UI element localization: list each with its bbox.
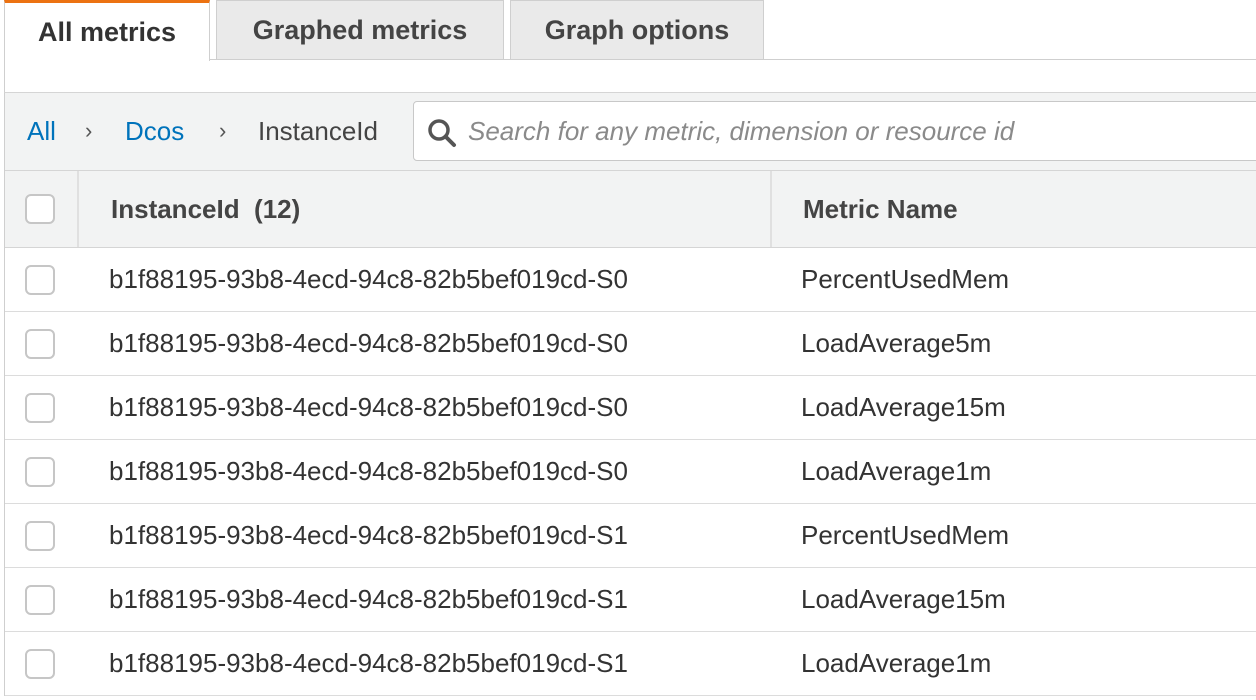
column-divider [770,171,772,247]
row-checkbox[interactable] [25,585,55,615]
instanceid-cell: b1f88195-93b8-4ecd-94c8-82b5bef019cd-S0 [109,264,628,294]
metric-name-cell: LoadAverage1m [801,456,992,486]
metrics-table: InstanceId (12) Metric Name b1f88195-93b… [4,170,1256,696]
breadcrumb-dcos[interactable]: Dcos [125,93,184,169]
instanceid-cell: b1f88195-93b8-4ecd-94c8-82b5bef019cd-S1 [109,520,628,550]
breadcrumb-all[interactable]: All [27,93,56,169]
tab-graphed-metrics[interactable]: Graphed metrics [216,0,504,59]
tab-bar: All metrics Graphed metrics Graph option… [0,0,1256,61]
table-row[interactable]: b1f88195-93b8-4ecd-94c8-82b5bef019cd-S0 … [5,440,1256,504]
breadcrumb-instanceid: InstanceId [258,115,378,146]
metric-name-cell: LoadAverage1m [801,648,992,678]
search-input[interactable] [468,102,1256,160]
table-row[interactable]: b1f88195-93b8-4ecd-94c8-82b5bef019cd-S0 … [5,376,1256,440]
search-box [413,101,1256,161]
tab-panel-spacer [4,60,1256,92]
instanceid-cell: b1f88195-93b8-4ecd-94c8-82b5bef019cd-S0 [109,392,628,422]
instanceid-cell: b1f88195-93b8-4ecd-94c8-82b5bef019cd-S0 [109,328,628,358]
column-header-metric-name[interactable]: Metric Name [803,171,958,247]
table-row[interactable]: b1f88195-93b8-4ecd-94c8-82b5bef019cd-S1 … [5,568,1256,632]
metric-name-cell: PercentUsedMem [801,264,1010,294]
metric-name-cell: LoadAverage15m [801,584,1006,614]
breadcrumb-separator: › [219,118,227,143]
instanceid-cell: b1f88195-93b8-4ecd-94c8-82b5bef019cd-S1 [109,648,628,678]
row-checkbox[interactable] [25,649,55,679]
row-checkbox[interactable] [25,329,55,359]
tab-graph-options[interactable]: Graph options [510,0,764,59]
table-row[interactable]: b1f88195-93b8-4ecd-94c8-82b5bef019cd-S1 … [5,632,1256,696]
metric-name-cell: LoadAverage15m [801,392,1006,422]
metric-name-cell: LoadAverage5m [801,328,992,358]
table-row[interactable]: b1f88195-93b8-4ecd-94c8-82b5bef019cd-S0 … [5,312,1256,376]
column-divider [77,171,79,247]
row-checkbox[interactable] [25,457,55,487]
table-row[interactable]: b1f88195-93b8-4ecd-94c8-82b5bef019cd-S1 … [5,504,1256,568]
metric-name-cell: PercentUsedMem [801,520,1010,550]
table-row[interactable]: b1f88195-93b8-4ecd-94c8-82b5bef019cd-S0 … [5,248,1256,312]
breadcrumb-separator: › [85,118,93,143]
row-checkbox[interactable] [25,521,55,551]
tab-all-metrics[interactable]: All metrics [4,0,210,61]
select-all-checkbox[interactable] [25,194,55,224]
instanceid-cell: b1f88195-93b8-4ecd-94c8-82b5bef019cd-S0 [109,456,628,486]
instanceid-cell: b1f88195-93b8-4ecd-94c8-82b5bef019cd-S1 [109,584,628,614]
table-header: InstanceId (12) Metric Name [5,170,1256,248]
row-checkbox[interactable] [25,393,55,423]
search-icon [428,119,456,147]
row-checkbox[interactable] [25,265,55,295]
column-header-instanceid[interactable]: InstanceId (12) [111,171,300,247]
browse-toolbar: All › Dcos › InstanceId [4,92,1256,170]
